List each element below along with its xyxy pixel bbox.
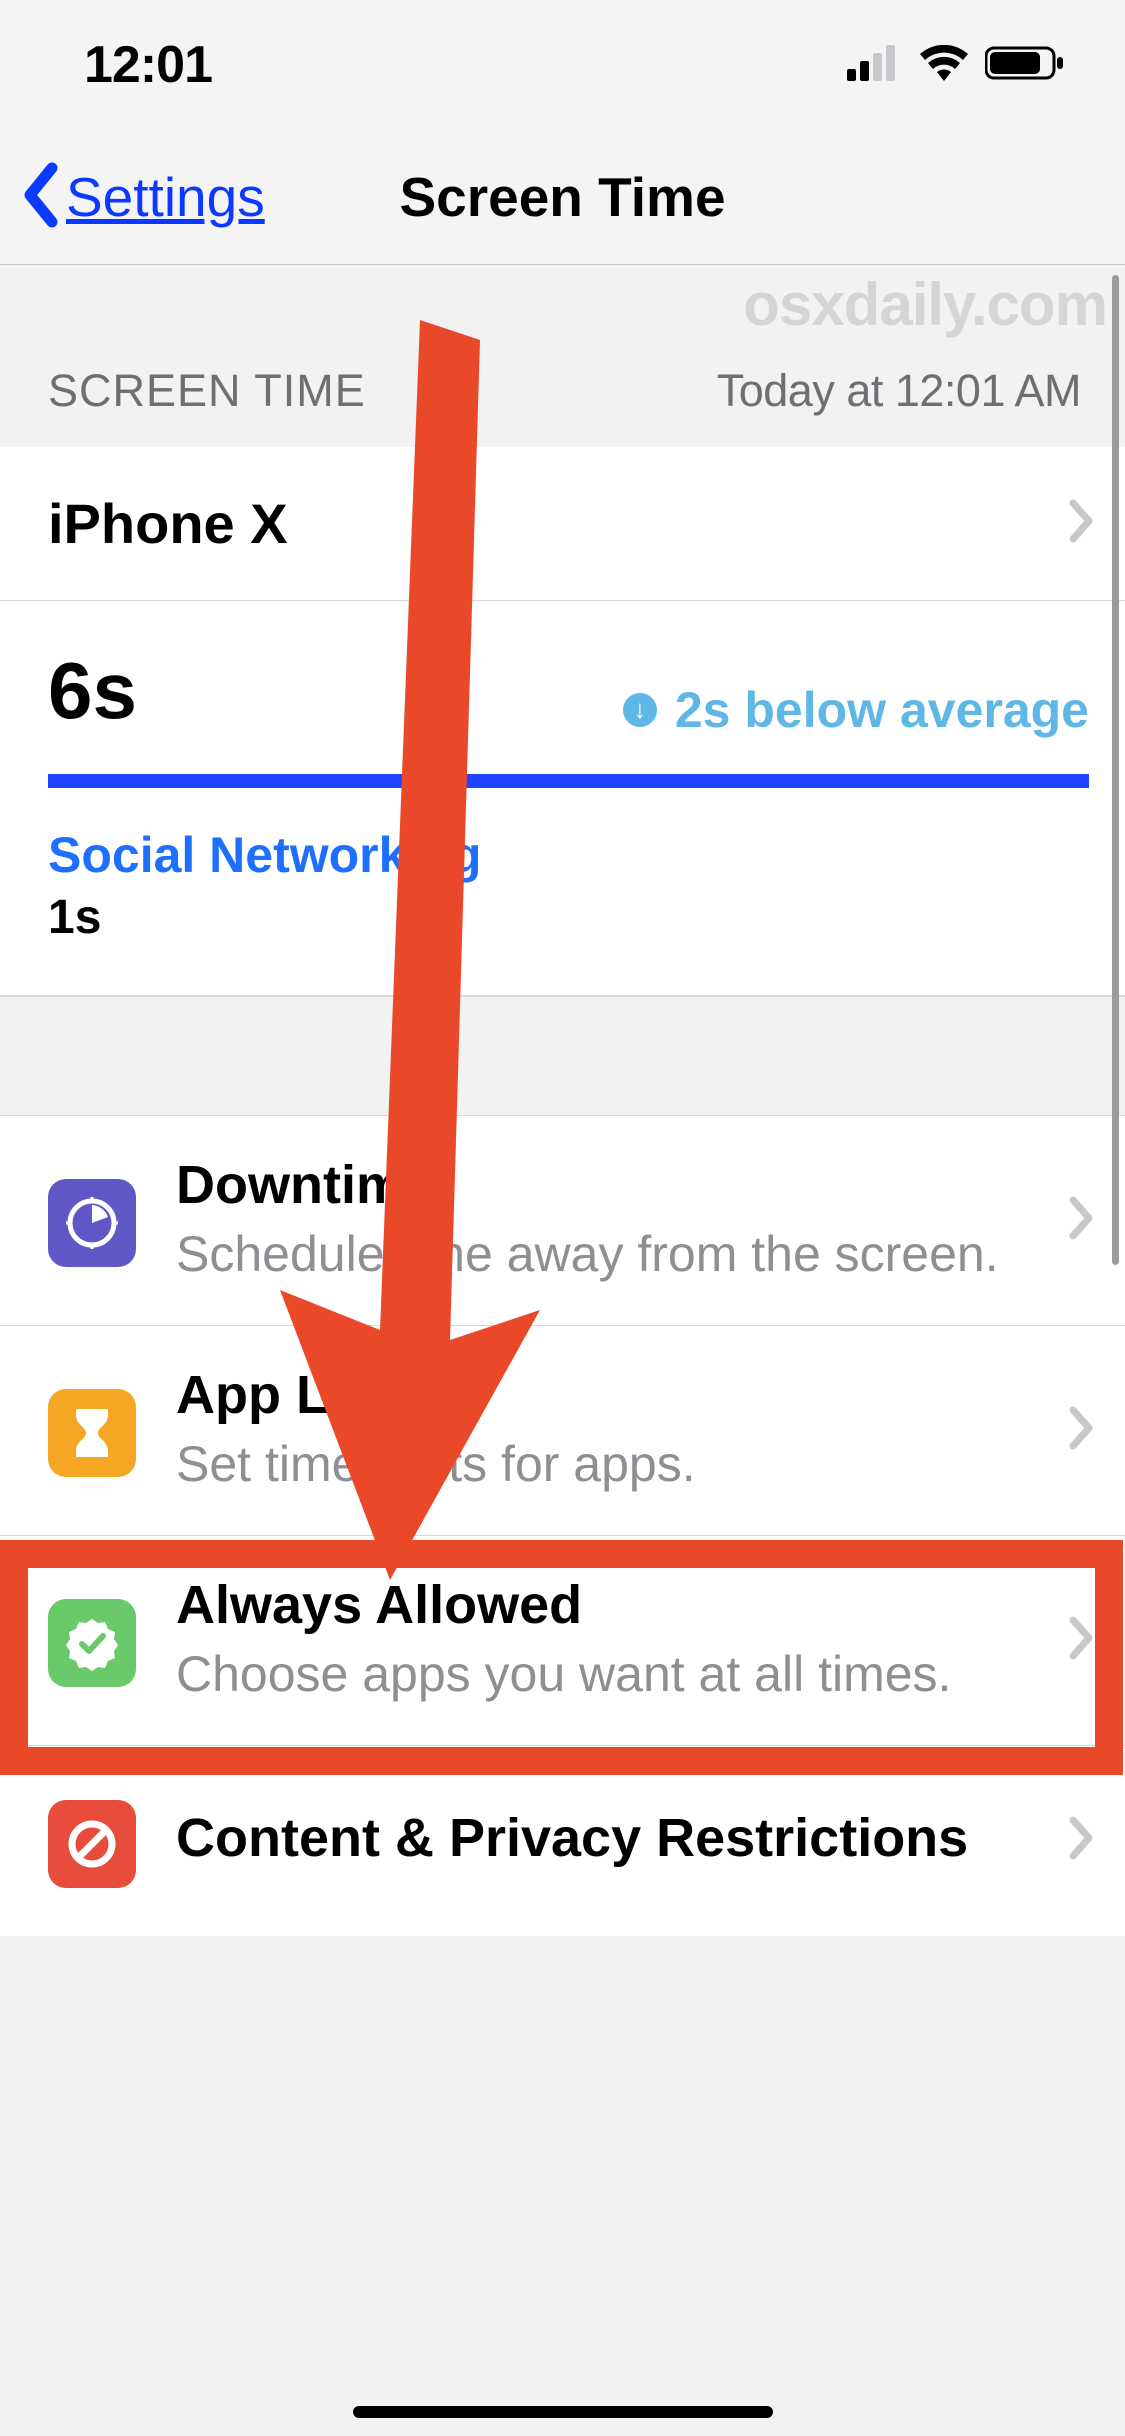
chevron-right-icon [1067,1194,1095,1247]
menu-subtitle: Choose apps you want at all times. [176,1642,1067,1707]
menu-text: Content & Privacy Restrictions [176,1807,1067,1875]
chevron-right-icon [1067,1814,1095,1867]
usage-panel: iPhone X 6s ↓ 2s below average Social Ne… [0,447,1125,996]
usage-summary: 6s ↓ 2s below average [0,601,1125,769]
section-header-right: Today at 12:01 AM [717,365,1081,417]
status-bar: 12:01 [0,0,1125,130]
home-indicator[interactable] [353,2406,773,2418]
usage-total: 6s [48,645,137,737]
back-label: Settings [66,165,265,229]
category-name: Social Networking [48,826,1077,884]
chevron-left-icon [20,162,60,233]
check-badge-icon [48,1599,136,1687]
menu-text: Always Allowed Choose apps you want at a… [176,1574,1067,1707]
usage-bar [48,774,1089,788]
menu-title: App Limits [176,1364,1067,1426]
menu-text: Downtime Schedule time away from the scr… [176,1154,1067,1287]
menu-item-app-limits[interactable]: App Limits Set time limits for apps. [0,1326,1125,1536]
chevron-right-icon [1067,1404,1095,1457]
arrow-down-icon: ↓ [623,693,657,727]
menu-item-downtime[interactable]: Downtime Schedule time away from the scr… [0,1116,1125,1326]
signal-icon [847,45,903,86]
prohibit-icon [48,1800,136,1888]
device-name: iPhone X [48,491,288,556]
section-header: SCREEN TIME Today at 12:01 AM [0,265,1125,447]
scroll-indicator[interactable] [1112,275,1119,1265]
status-time: 12:01 [84,35,212,95]
downtime-icon [48,1179,136,1267]
battery-icon [985,45,1065,86]
section-gap [0,996,1125,1116]
chevron-right-icon [1067,497,1095,550]
wifi-icon [919,45,969,86]
menu-title: Downtime [176,1154,1067,1216]
settings-list: Downtime Schedule time away from the scr… [0,1116,1125,1936]
back-button[interactable]: Settings [20,162,265,233]
usage-category: Social Networking 1s [0,818,1125,996]
menu-text: App Limits Set time limits for apps. [176,1364,1067,1497]
menu-title: Content & Privacy Restrictions [176,1807,1067,1869]
category-time: 1s [48,890,1077,945]
section-header-left: SCREEN TIME [48,365,366,417]
status-icons [847,45,1065,86]
chevron-right-icon [1067,1614,1095,1667]
hourglass-icon [48,1389,136,1477]
menu-title: Always Allowed [176,1574,1067,1636]
device-row[interactable]: iPhone X [0,447,1125,601]
menu-subtitle: Schedule time away from the screen. [176,1222,1067,1287]
menu-item-content-privacy[interactable]: Content & Privacy Restrictions [0,1746,1125,1936]
menu-item-always-allowed[interactable]: Always Allowed Choose apps you want at a… [0,1536,1125,1746]
usage-compare: ↓ 2s below average [623,681,1089,739]
menu-subtitle: Set time limits for apps. [176,1432,1067,1497]
usage-compare-text: 2s below average [675,681,1089,739]
nav-header: Settings Screen Time [0,130,1125,265]
